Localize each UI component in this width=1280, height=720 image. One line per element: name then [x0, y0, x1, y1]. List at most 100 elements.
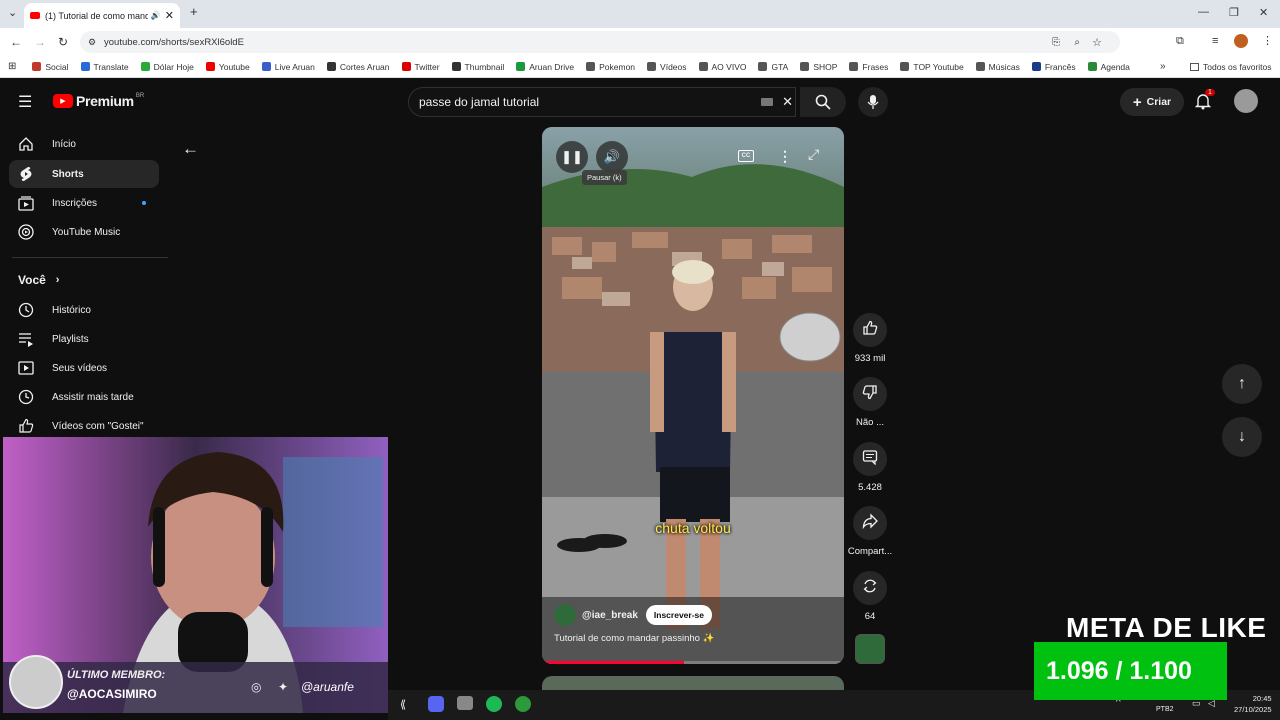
url-field[interactable]: ⚙ youtube.com/shorts/sexRXl6oldE ⎘ ⌕ ☆ — [80, 31, 1120, 53]
sidebar-you-header[interactable]: Você › — [18, 273, 59, 287]
camera-app-icon[interactable] — [457, 696, 473, 710]
install-icon[interactable]: ⎘ — [1052, 37, 1060, 48]
sidebar-item-seus-videos[interactable]: Seus vídeos — [9, 354, 159, 382]
bookmark-item[interactable]: Aruan Drive — [516, 62, 574, 72]
comments-action[interactable]: 5.428 — [853, 442, 887, 493]
back-button[interactable]: ← — [10, 35, 22, 49]
sidebar-item-youtube-music[interactable]: YouTube Music — [9, 218, 159, 246]
volume-button[interactable]: 🔊 — [596, 141, 628, 173]
browser-menu-icon[interactable]: ⋮ — [1262, 34, 1273, 47]
channel-name[interactable]: @iae_break — [582, 610, 638, 621]
bookmark-item[interactable]: Translate — [80, 62, 129, 72]
sidebar-item-inicio[interactable]: Início — [9, 130, 159, 158]
comments-button[interactable] — [853, 442, 887, 476]
sidebar-item-assistir-mais-tarde[interactable]: Assistir mais tarde — [9, 383, 159, 411]
site-info-icon[interactable]: ⚙ — [88, 37, 96, 48]
back-arrow-icon[interactable]: ← — [182, 139, 199, 159]
sidebar-item-videos-com-gostei[interactable]: Vídeos com "Gostei" — [9, 412, 159, 440]
remix-button[interactable] — [853, 571, 887, 605]
sidebar-item-shorts[interactable]: Shorts — [9, 160, 159, 188]
tab-close-icon[interactable]: ✕ — [165, 9, 174, 22]
search-button[interactable] — [800, 87, 846, 117]
close-window-button[interactable]: ✕ — [1259, 6, 1268, 19]
next-short-button[interactable]: ↓ — [1222, 417, 1262, 457]
bookmark-item[interactable]: Cortes Aruan — [326, 62, 390, 72]
pause-button[interactable]: ❚❚ — [556, 141, 588, 173]
progress-track[interactable] — [542, 661, 844, 664]
like-action[interactable]: 933 mil — [853, 313, 887, 364]
dislike-action[interactable]: Não ... — [853, 377, 887, 428]
all-bookmarks[interactable]: Todos os favoritos — [1190, 62, 1272, 72]
dislike-button[interactable] — [853, 377, 887, 411]
bookmark-item[interactable]: SHOP — [800, 62, 837, 72]
browser-tab-strip: ⌄ (1) Tutorial de como mand 🔊 ✕ + — ❐ ✕ — [0, 0, 1280, 28]
bookmark-item[interactable]: Youtube — [205, 62, 250, 72]
bookmark-item[interactable]: Francês — [1031, 62, 1076, 72]
audio-icon[interactable]: 🔊 — [151, 11, 161, 20]
sidebar-item-historico[interactable]: Histórico — [9, 296, 159, 324]
create-button[interactable]: + Criar — [1120, 88, 1184, 116]
notifications-button[interactable]: 1 — [1194, 89, 1215, 115]
media-control-icon[interactable]: ≡ — [1212, 35, 1218, 47]
clear-search-icon[interactable]: ✕ — [782, 94, 793, 110]
keyboard-icon[interactable] — [761, 98, 773, 106]
chrome-icon[interactable] — [515, 696, 531, 712]
spotify-icon[interactable] — [486, 696, 502, 712]
search-value: passe do jamal tutorial — [419, 95, 540, 109]
bookmark-item[interactable]: TOP Youtube — [900, 62, 964, 72]
bookmark-item[interactable]: Frases — [849, 62, 888, 72]
bookmark-item[interactable]: GTA — [758, 62, 788, 72]
like-button[interactable] — [853, 313, 887, 347]
sidebar-item-playlists[interactable]: Playlists — [9, 325, 159, 353]
bookmark-item[interactable]: Twitter — [401, 62, 440, 72]
discord-icon[interactable] — [428, 696, 444, 712]
bookmark-item[interactable]: Live Aruan — [261, 62, 315, 72]
bookmark-item[interactable]: Social — [32, 62, 69, 72]
taskbar-app-icon[interactable]: ⟪ — [400, 698, 406, 711]
bookmark-item[interactable]: Agenda — [1087, 62, 1130, 72]
channel-avatar[interactable] — [554, 604, 576, 626]
more-bookmarks-icon[interactable]: » — [1160, 61, 1166, 72]
share-button[interactable] — [853, 506, 887, 540]
bookmark-item[interactable]: Pokemon — [586, 62, 635, 72]
extensions-icon[interactable]: ⧉ — [1176, 35, 1184, 48]
account-avatar[interactable] — [1234, 89, 1258, 113]
thumbs-up-icon — [862, 320, 878, 341]
remix-action[interactable]: 64 — [853, 571, 887, 622]
minimize-button[interactable]: — — [1198, 6, 1209, 18]
next-short-preview[interactable] — [542, 676, 844, 690]
arrow-down-icon: ↓ — [1238, 428, 1246, 445]
share-action[interactable]: Compart... — [848, 506, 892, 557]
sound-thumbnail[interactable] — [855, 634, 885, 664]
youtube-logo[interactable]: ▶ Premium BR — [53, 93, 144, 109]
bookmark-item[interactable]: AO VIVO — [698, 62, 746, 72]
clock[interactable]: 20:45 27/10/2025 — [1234, 693, 1272, 715]
region-label: BR — [135, 93, 145, 99]
shorts-video-player[interactable]: ❚❚ 🔊 Pausar (k) CC ⋮ ⤢ chuta voltou @iae… — [542, 127, 844, 664]
search-input[interactable]: passe do jamal tutorial ✕ — [408, 87, 796, 117]
folder-icon — [1190, 62, 1199, 71]
reload-button[interactable]: ↻ — [58, 35, 68, 49]
fullscreen-icon[interactable]: ⤢ — [808, 146, 819, 163]
bookmark-item[interactable]: Thumbnail — [451, 62, 504, 72]
bookmark-item[interactable]: Músicas — [975, 62, 1020, 72]
restore-button[interactable]: ❐ — [1229, 6, 1239, 19]
tab-search-icon[interactable]: ⌄ — [8, 6, 17, 19]
browser-tab[interactable]: (1) Tutorial de como mand 🔊 ✕ — [24, 3, 180, 28]
menu-icon[interactable]: ☰ — [18, 92, 32, 112]
bookmark-icon — [800, 62, 810, 71]
sidebar-item-inscricoes[interactable]: Inscrições — [9, 189, 159, 217]
voice-search-button[interactable] — [858, 87, 888, 117]
more-options-icon[interactable]: ⋮ — [778, 148, 792, 165]
forward-button[interactable]: → — [34, 35, 46, 49]
previous-short-button[interactable]: ↑ — [1222, 364, 1262, 404]
bookmark-star-icon[interactable]: ☆ — [1092, 36, 1102, 49]
new-tab-button[interactable]: + — [190, 4, 198, 19]
zoom-icon[interactable]: ⌕ — [1074, 37, 1080, 48]
subscribe-button[interactable]: Inscrever-se — [645, 605, 712, 625]
bookmark-item[interactable]: Dólar Hoje — [140, 62, 194, 72]
apps-icon[interactable]: ⊞ — [8, 61, 16, 72]
bookmark-item[interactable]: Vídeos — [647, 62, 687, 72]
captions-button[interactable]: CC — [738, 150, 754, 162]
profile-avatar[interactable] — [1234, 34, 1248, 48]
